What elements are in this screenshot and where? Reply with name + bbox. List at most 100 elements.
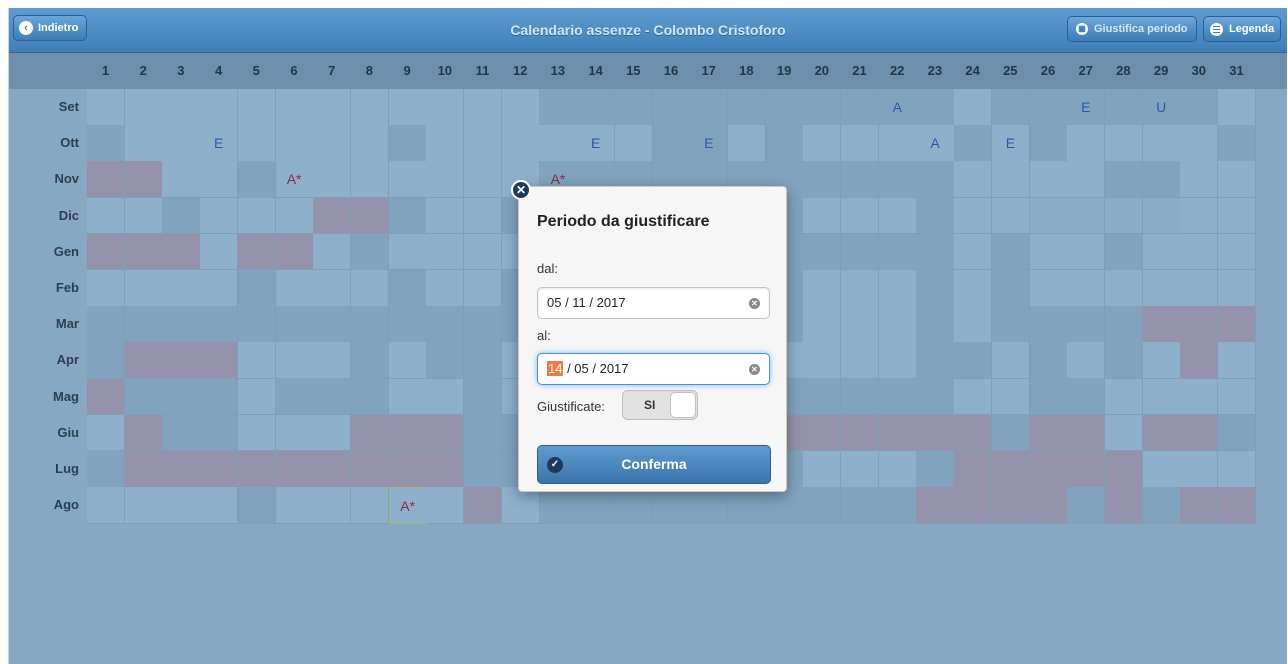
calendar-cell[interactable] — [1142, 378, 1181, 416]
calendar-cell[interactable] — [426, 161, 465, 199]
calendar-cell[interactable] — [841, 414, 880, 452]
calendar-cell[interactable] — [388, 378, 427, 416]
calendar-cell[interactable] — [1067, 270, 1106, 307]
calendar-cell[interactable] — [954, 270, 993, 307]
calendar-cell[interactable] — [1104, 414, 1144, 452]
calendar-cell[interactable] — [464, 451, 503, 488]
toggle-knob[interactable] — [670, 392, 696, 418]
calendar-cell[interactable] — [803, 414, 842, 452]
calendar-cell[interactable] — [539, 89, 578, 126]
calendar-cell[interactable] — [1029, 414, 1068, 452]
calendar-cell[interactable] — [350, 89, 390, 126]
calendar-cell[interactable] — [1067, 378, 1106, 416]
calendar-cell[interactable] — [1142, 233, 1181, 271]
calendar-cell[interactable] — [464, 342, 503, 380]
calendar-cell[interactable] — [878, 378, 917, 416]
absence-mark[interactable]: E — [690, 125, 729, 162]
calendar-cell[interactable] — [1067, 342, 1106, 380]
calendar-cell[interactable] — [87, 197, 126, 235]
calendar-cell[interactable] — [162, 451, 201, 488]
calendar-cell[interactable] — [200, 197, 239, 235]
calendar-cell[interactable] — [803, 161, 842, 199]
calendar-cell[interactable] — [388, 414, 427, 452]
calendar-cell[interactable] — [841, 306, 880, 343]
calendar-cell[interactable] — [1029, 342, 1068, 380]
calendar-cell[interactable] — [841, 89, 880, 126]
calendar-cell[interactable] — [841, 378, 880, 416]
calendar-cell[interactable] — [124, 306, 163, 343]
calendar-cell[interactable] — [991, 414, 1030, 452]
calendar-cell[interactable] — [1104, 306, 1144, 343]
calendar-cell[interactable] — [350, 414, 390, 452]
calendar-cell[interactable] — [1104, 233, 1144, 271]
calendar-cell[interactable] — [727, 125, 767, 162]
calendar-cell[interactable] — [388, 89, 427, 126]
calendar-cell[interactable] — [1218, 270, 1257, 307]
calendar-cell[interactable] — [991, 197, 1030, 235]
calendar-cell[interactable] — [275, 342, 314, 380]
calendar-cell[interactable] — [1104, 342, 1144, 380]
calendar-cell[interactable] — [1067, 306, 1106, 343]
calendar-cell[interactable] — [87, 306, 126, 343]
calendar-cell[interactable] — [916, 487, 955, 524]
calendar-cell[interactable] — [652, 487, 691, 524]
calendar-cell[interactable] — [1104, 270, 1144, 307]
calendar-cell[interactable] — [841, 342, 880, 380]
calendar-cell[interactable] — [200, 487, 239, 524]
calendar-cell[interactable] — [954, 342, 993, 380]
calendar-cell[interactable] — [464, 414, 503, 452]
calendar-cell[interactable] — [991, 233, 1030, 271]
calendar-cell[interactable] — [124, 161, 163, 199]
calendar-cell[interactable] — [1104, 197, 1144, 235]
calendar-cell[interactable] — [916, 161, 955, 199]
calendar-cell[interactable] — [426, 197, 465, 235]
calendar-cell[interactable] — [916, 342, 955, 380]
calendar-cell[interactable] — [237, 414, 276, 452]
calendar-cell[interactable] — [313, 161, 352, 199]
calendar-cell[interactable] — [501, 487, 540, 524]
calendar-cell[interactable] — [313, 89, 352, 126]
calendar-cell[interactable] — [237, 233, 276, 271]
calendar-cell[interactable] — [426, 414, 465, 452]
calendar-cell[interactable] — [1029, 487, 1068, 524]
calendar-cell[interactable] — [1142, 197, 1181, 235]
calendar-cell[interactable] — [916, 306, 955, 343]
calendar-cell[interactable] — [388, 233, 427, 271]
calendar-cell[interactable] — [991, 451, 1030, 488]
calendar-cell[interactable] — [1029, 378, 1068, 416]
calendar-cell[interactable] — [1142, 125, 1181, 162]
calendar-cell[interactable] — [464, 487, 503, 524]
calendar-cell[interactable] — [1104, 89, 1144, 126]
calendar-cell[interactable] — [1104, 451, 1144, 488]
calendar-cell[interactable] — [87, 414, 126, 452]
calendar-cell[interactable] — [1180, 487, 1219, 524]
calendar-cell[interactable] — [313, 451, 352, 488]
calendar-cell[interactable] — [1029, 161, 1068, 199]
calendar-cell[interactable] — [614, 487, 653, 524]
calendar-cell[interactable] — [878, 414, 917, 452]
calendar-cell[interactable] — [539, 125, 578, 162]
calendar-cell[interactable] — [841, 270, 880, 307]
calendar-cell[interactable] — [501, 125, 540, 162]
calendar-cell[interactable] — [426, 125, 465, 162]
calendar-cell[interactable] — [954, 451, 993, 488]
calendar-cell[interactable] — [426, 487, 465, 524]
calendar-cell[interactable] — [727, 89, 767, 126]
calendar-cell[interactable] — [1218, 306, 1257, 343]
calendar-cell[interactable] — [388, 342, 427, 380]
calendar-cell[interactable] — [87, 487, 126, 524]
calendar-cell[interactable] — [1218, 161, 1257, 199]
calendar-cell[interactable] — [991, 342, 1030, 380]
calendar-cell[interactable] — [878, 451, 917, 488]
calendar-cell[interactable] — [954, 89, 993, 126]
calendar-cell[interactable] — [1029, 125, 1068, 162]
calendar-cell[interactable] — [124, 414, 163, 452]
calendar-cell[interactable] — [878, 487, 917, 524]
calendar-cell[interactable] — [464, 233, 503, 271]
calendar-cell[interactable] — [1142, 414, 1181, 452]
calendar-cell[interactable] — [313, 233, 352, 271]
calendar-cell[interactable] — [954, 125, 993, 162]
calendar-cell[interactable] — [124, 451, 163, 488]
calendar-cell[interactable] — [313, 270, 352, 307]
calendar-cell[interactable] — [350, 487, 390, 524]
